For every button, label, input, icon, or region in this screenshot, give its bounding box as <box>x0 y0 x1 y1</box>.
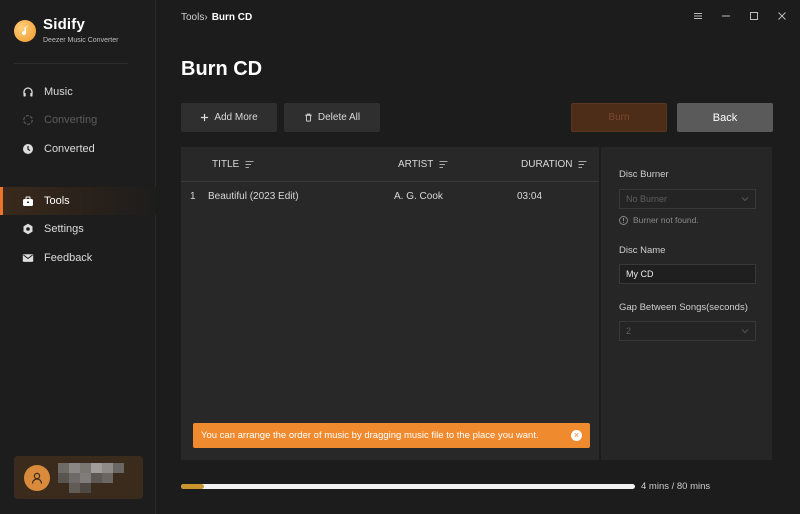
sidebar-item-label: Converting <box>44 114 98 126</box>
disc-burner-value: No Burner <box>626 194 668 204</box>
disc-name-value: My CD <box>626 269 654 279</box>
sort-icon <box>245 161 254 168</box>
minimize-icon[interactable] <box>720 10 732 24</box>
disc-capacity-fill <box>181 484 204 489</box>
window-controls <box>692 10 788 24</box>
sidebar-item-label: Converted <box>44 143 95 155</box>
column-duration-label: DURATION <box>521 159 573 170</box>
sidebar-item-tools[interactable]: Tools <box>0 187 156 215</box>
breadcrumb-separator: › <box>204 12 208 23</box>
disc-burner-label: Disc Burner <box>619 169 669 180</box>
sidebar-item-feedback[interactable]: Feedback <box>0 245 156 271</box>
page-title: Burn CD <box>181 58 263 80</box>
gap-select[interactable]: 2 <box>619 321 756 341</box>
gap-value: 2 <box>626 326 632 336</box>
sidebar-divider <box>14 63 128 64</box>
app-subtitle: Deezer Music Converter <box>43 37 119 44</box>
avatar <box>24 464 50 491</box>
sidebar-item-label: Settings <box>44 223 84 235</box>
sort-icon <box>578 161 587 168</box>
row-title: Beautiful (2023 Edit) <box>208 191 299 202</box>
reorder-tip-banner: You can arrange the order of music by dr… <box>193 423 590 448</box>
app-logo-icon <box>14 20 36 42</box>
sidebar-item-converted[interactable]: Converted <box>0 136 156 162</box>
add-more-button[interactable]: Add More <box>181 103 277 132</box>
back-button[interactable]: Back <box>677 103 773 132</box>
sidebar-item-music[interactable]: Music <box>0 79 156 105</box>
column-duration[interactable]: DURATION <box>521 159 587 170</box>
info-icon <box>619 215 628 225</box>
burner-warning-text: Burner not found. <box>633 215 699 225</box>
gear-icon <box>22 223 34 235</box>
sidebar: Sidify Deezer Music Converter Music Conv… <box>0 0 156 514</box>
table-header: TITLE ARTIST DURATION <box>181 147 599 182</box>
burner-warning: Burner not found. <box>619 215 699 225</box>
sidebar-item-converting[interactable]: Converting <box>0 107 156 133</box>
user-profile[interactable] <box>14 456 143 499</box>
main-area: Tools› Burn CD Burn CD Add More Delete Al… <box>157 0 800 514</box>
mail-icon <box>22 252 34 264</box>
column-artist[interactable]: ARTIST <box>398 159 448 170</box>
close-icon[interactable] <box>776 10 788 24</box>
disc-capacity-text: 4 mins / 80 mins <box>641 481 711 492</box>
disc-burner-select[interactable]: No Burner <box>619 189 756 209</box>
maximize-icon[interactable] <box>748 10 760 24</box>
brand: Sidify Deezer Music Converter <box>14 16 118 44</box>
app-name: Sidify <box>43 16 86 33</box>
plus-icon <box>200 113 209 122</box>
burn-settings-panel: Disc Burner No Burner Burner not found. … <box>601 147 772 460</box>
delete-all-label: Delete All <box>317 112 361 123</box>
clock-icon <box>22 143 34 155</box>
breadcrumb: Tools› Burn CD <box>181 12 252 23</box>
column-title[interactable]: TITLE <box>212 159 254 170</box>
disc-capacity-bar <box>181 484 635 489</box>
row-artist: A. G. Cook <box>394 191 443 202</box>
close-tip-icon[interactable]: × <box>571 430 582 441</box>
chevron-down-icon <box>741 329 749 334</box>
row-index: 1 <box>190 191 196 202</box>
tip-text: You can arrange the order of music by dr… <box>201 430 539 441</box>
delete-all-button[interactable]: Delete All <box>284 103 380 132</box>
converting-icon <box>22 114 34 126</box>
sidebar-item-label: Feedback <box>44 252 93 264</box>
sidebar-item-label: Music <box>44 86 73 98</box>
table-row[interactable]: 1 Beautiful (2023 Edit) A. G. Cook 03:04 <box>181 183 599 209</box>
row-duration: 03:04 <box>517 191 543 202</box>
breadcrumb-parent[interactable]: Tools <box>181 12 204 23</box>
track-table: TITLE ARTIST DURATION 1 Beautiful (2023 … <box>181 147 599 460</box>
headphones-icon <box>22 86 34 98</box>
column-title-label: TITLE <box>212 159 240 170</box>
disc-name-label: Disc Name <box>619 245 666 256</box>
gap-label: Gap Between Songs(seconds) <box>619 302 748 313</box>
disc-name-input[interactable]: My CD <box>619 264 756 284</box>
sidebar-item-settings[interactable]: Settings <box>0 216 156 242</box>
breadcrumb-current: Burn CD <box>211 12 253 23</box>
column-artist-label: ARTIST <box>398 159 434 170</box>
add-more-label: Add More <box>214 112 258 123</box>
menu-icon[interactable] <box>692 10 704 24</box>
sidebar-item-label: Tools <box>44 195 70 207</box>
toolbox-icon <box>22 195 34 207</box>
redacted-username <box>58 462 124 493</box>
burn-button[interactable]: Burn <box>571 103 667 132</box>
chevron-down-icon <box>741 197 749 202</box>
sort-icon <box>439 161 448 168</box>
trash-icon <box>304 113 313 122</box>
